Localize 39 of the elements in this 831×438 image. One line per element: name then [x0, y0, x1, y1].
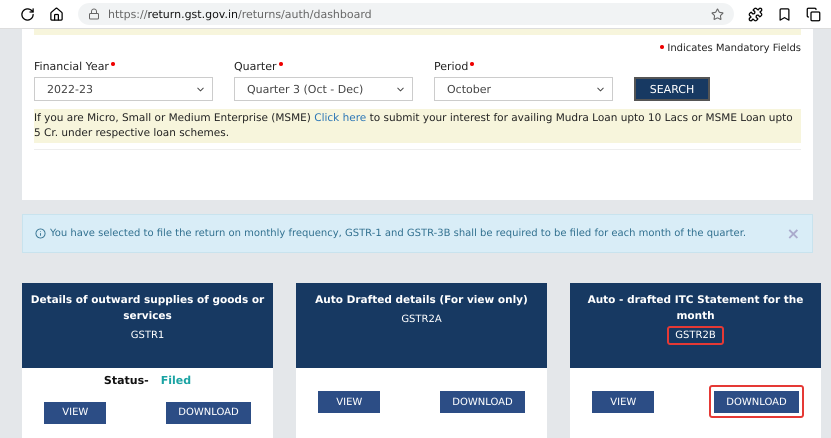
lock-icon — [88, 8, 100, 20]
msme-notice: If you are Micro, Small or Medium Enterprise (MSME) Click here to submit your interest for availing Mudra Loan upto 10 Lacs or MSME Loan upto 5 Cr. under respective loan schemes. — [34, 109, 801, 143]
return-code: GSTR1 — [130, 329, 166, 343]
download-button[interactable]: DOWNLOAD — [714, 391, 799, 414]
dropdown-field[interactable]: 2022-23 — [34, 77, 213, 101]
field-label: Financial Year — [34, 60, 109, 73]
click-here-link[interactable]: Click here — [314, 112, 366, 124]
reload-icon[interactable] — [20, 6, 35, 22]
view-button[interactable]: VIEW — [592, 391, 654, 414]
card-title: Details of outward supplies of goods or services — [30, 293, 265, 324]
home-icon[interactable] — [49, 6, 64, 22]
dropdown-field[interactable]: Quarter 3 (Oct - Dec) — [234, 77, 413, 101]
status-value: Filed — [160, 374, 192, 388]
required-icon — [278, 62, 282, 66]
favorites-icon[interactable] — [777, 6, 792, 22]
address-bar[interactable]: https://return.gst.gov.in/returns/auth/dashboard — [78, 3, 734, 25]
required-icon — [660, 45, 664, 49]
collections-icon[interactable] — [806, 6, 821, 22]
return-code: GSTR2B — [667, 326, 724, 345]
required-icon — [470, 62, 474, 66]
dropdown-field[interactable]: October — [434, 77, 613, 101]
field-label: Period — [434, 60, 468, 73]
alert-text: You have selected to file the return on monthly frequency, GSTR-1 and GSTR-3B shall be required to be filed for each month of the quarter. — [50, 228, 746, 239]
url-text: https://return.gst.gov.in/returns/auth/dashboard — [108, 8, 372, 20]
card-title: Auto - drafted ITC Statement for the month — [586, 293, 804, 324]
extensions-icon[interactable] — [748, 6, 763, 22]
view-button[interactable]: VIEW — [44, 402, 106, 424]
search-button[interactable]: SEARCH — [634, 77, 710, 101]
required-icon — [110, 62, 115, 66]
return-code: GSTR2A — [400, 313, 443, 327]
info-icon — [35, 228, 46, 239]
favorite-icon[interactable] — [711, 8, 724, 20]
download-button[interactable]: DOWNLOAD — [440, 391, 525, 414]
view-button[interactable]: VIEW — [318, 391, 380, 414]
download-button[interactable]: DOWNLOAD — [166, 402, 251, 424]
mandatory-note: Indicates Mandatory Fields — [667, 43, 801, 54]
card-title: Auto Drafted details (For view only) — [315, 293, 528, 308]
field-label: Quarter — [234, 60, 276, 73]
status-label: Status- — [104, 374, 149, 388]
